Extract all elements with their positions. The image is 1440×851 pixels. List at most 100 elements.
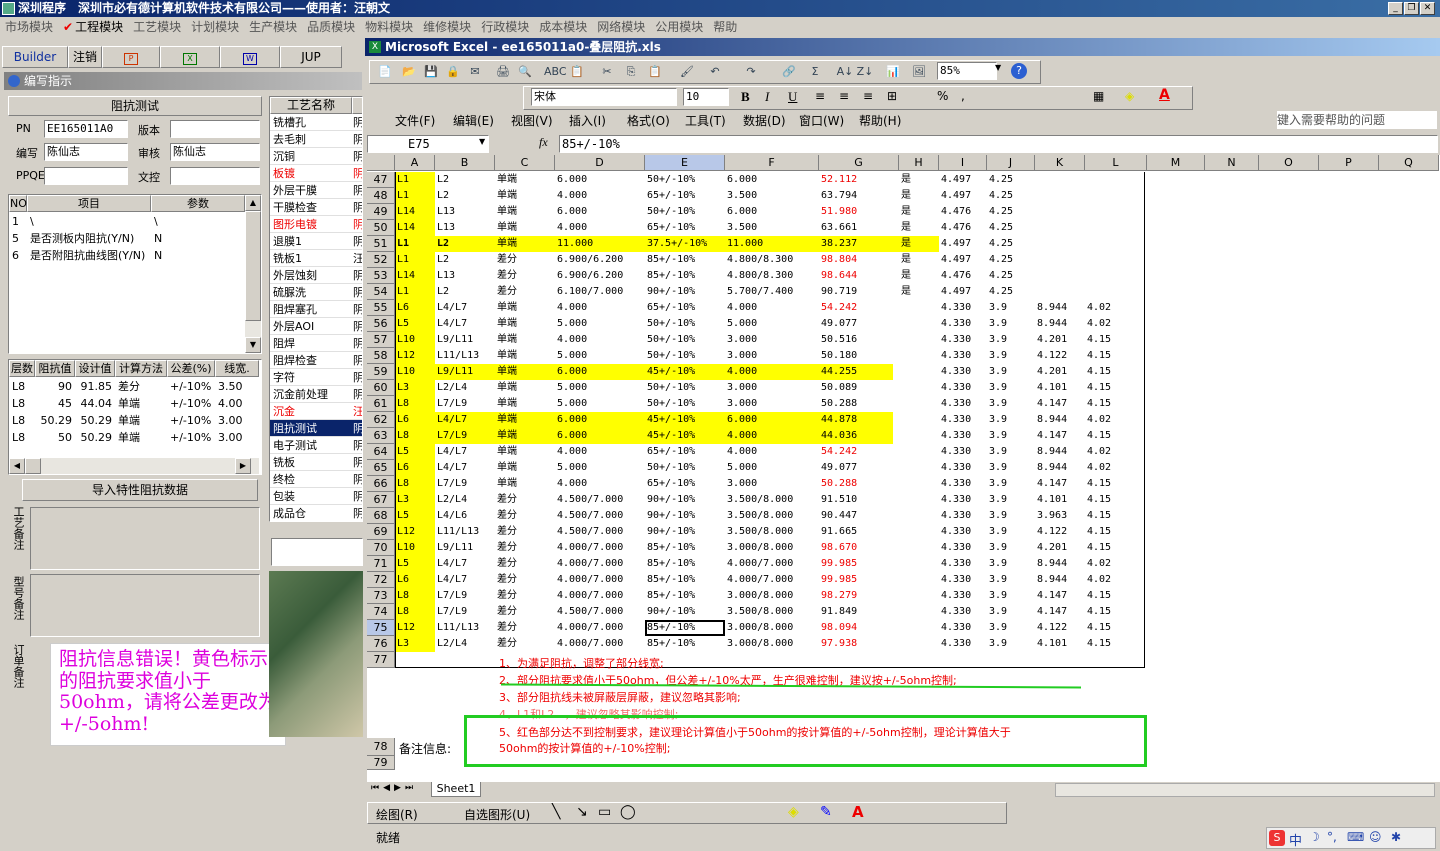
punct-icon[interactable]: °, xyxy=(1327,830,1337,844)
cell-I[interactable]: 4.497 xyxy=(941,284,985,300)
cell-E[interactable]: 50+/-10% xyxy=(647,380,723,396)
cell-F[interactable]: 6.000 xyxy=(727,172,817,188)
cell-B[interactable]: L4/L7 xyxy=(437,444,493,460)
process-input[interactable] xyxy=(271,538,363,566)
cell-D[interactable]: 6.900/6.200 xyxy=(557,268,643,284)
import-impedance-button[interactable]: 导入特性阻抗数据 xyxy=(22,479,258,501)
row-header[interactable]: 68 xyxy=(367,508,395,524)
row-header[interactable]: 58 xyxy=(367,348,395,364)
cell-I[interactable]: 4.330 xyxy=(941,572,985,588)
cell-F[interactable]: 3.000 xyxy=(727,380,817,396)
cell-C[interactable]: 差分 xyxy=(497,620,553,636)
cell-F[interactable]: 4.000/7.000 xyxy=(727,556,817,572)
row-header[interactable]: 74 xyxy=(367,604,395,620)
cell-I[interactable]: 4.330 xyxy=(941,620,985,636)
cell-J[interactable]: 4.25 xyxy=(989,204,1033,220)
process-item[interactable]: 字符 阴 xyxy=(270,369,362,386)
column-header-J[interactable]: J xyxy=(987,155,1035,171)
worksheet-grid[interactable]: ABCDEFGHIJKLMNOPQ 47 L1 L2 单端 6.000 50+/-10% 6… xyxy=(367,155,1440,783)
cell-F[interactable]: 4.000 xyxy=(727,364,817,380)
cell-K[interactable]: 8.944 xyxy=(1037,572,1083,588)
zoom-select[interactable]: 85% xyxy=(937,62,997,80)
jup-button[interactable]: JUP xyxy=(280,46,342,68)
version-field[interactable] xyxy=(170,120,260,138)
column-header-H[interactable]: H xyxy=(899,155,939,171)
cell-A[interactable]: L3 xyxy=(397,492,433,508)
cell-L[interactable]: 4.02 xyxy=(1087,316,1145,332)
row-header[interactable]: 76 xyxy=(367,636,395,652)
cell-A[interactable]: L5 xyxy=(397,508,433,524)
cell-D[interactable]: 4.000/7.000 xyxy=(557,620,643,636)
column-header-F[interactable]: F xyxy=(725,155,819,171)
cell-J[interactable]: 4.25 xyxy=(989,236,1033,252)
cell-G[interactable]: 91.849 xyxy=(821,604,897,620)
cell-H[interactable]: 是 xyxy=(901,252,937,268)
excel-menu-8[interactable]: 帮助(H) xyxy=(859,111,901,131)
name-box-dropdown-icon[interactable]: ▼ xyxy=(479,137,485,146)
cell-I[interactable]: 4.476 xyxy=(941,268,985,284)
row-header[interactable]: 77 xyxy=(367,652,395,668)
cell-C[interactable]: 差分 xyxy=(497,540,553,556)
cut-icon[interactable]: ✂ xyxy=(598,63,616,81)
cell-J[interactable]: 3.9 xyxy=(989,572,1033,588)
autoshape-button[interactable]: 自选图形(U) xyxy=(464,806,530,823)
cell-B[interactable]: L9/L11 xyxy=(437,540,493,556)
process-item[interactable]: 铣板1 汪 xyxy=(270,250,362,267)
cell-C[interactable]: 差分 xyxy=(497,268,553,284)
minimize-button[interactable]: _ xyxy=(1388,2,1403,15)
cell-A[interactable]: L1 xyxy=(397,188,433,204)
cell-D[interactable]: 4.500/7.000 xyxy=(557,524,643,540)
cell-K[interactable]: 4.147 xyxy=(1037,588,1083,604)
process-item[interactable]: 包装 阴 xyxy=(270,488,362,505)
scroll-down-icon[interactable]: ▼ xyxy=(245,337,261,353)
cell-I[interactable]: 4.330 xyxy=(941,348,985,364)
cell-A[interactable]: L5 xyxy=(397,444,433,460)
cell-A[interactable]: L3 xyxy=(397,636,433,652)
settings-icon[interactable]: ✱ xyxy=(1391,830,1401,844)
menu-3[interactable]: 计划模块 xyxy=(186,17,244,37)
cell-F[interactable]: 3.000/8.000 xyxy=(727,620,817,636)
cell-J[interactable]: 3.9 xyxy=(989,332,1033,348)
cell-G[interactable]: 98.804 xyxy=(821,252,897,268)
cell-J[interactable]: 3.9 xyxy=(989,380,1033,396)
cell-D[interactable]: 5.000 xyxy=(557,380,643,396)
row-header[interactable]: 70 xyxy=(367,540,395,556)
table-row[interactable]: L12 L11/L13 差分 4.500/7.000 90+/-10% 3.500/8.0… xyxy=(395,524,1435,540)
table-row[interactable]: L10 L9/L11 单端 6.000 45+/-10% 4.000 44.255 4.330… xyxy=(395,364,1435,380)
cell-D[interactable]: 4.000 xyxy=(557,444,643,460)
cell-G[interactable]: 51.980 xyxy=(821,204,897,220)
cell-J[interactable]: 4.25 xyxy=(989,172,1033,188)
scroll-right-icon[interactable]: ▶ xyxy=(235,458,251,474)
cell-C[interactable]: 单端 xyxy=(497,316,553,332)
cell-I[interactable]: 4.330 xyxy=(941,396,985,412)
cell-K[interactable]: 4.122 xyxy=(1037,620,1083,636)
process-item[interactable]: 沉铜 阴 xyxy=(270,148,362,165)
scroll-left-icon[interactable]: ◀ xyxy=(9,458,25,474)
cell-I[interactable]: 4.330 xyxy=(941,476,985,492)
cell-D[interactable]: 6.100/7.000 xyxy=(557,284,643,300)
table-row[interactable]: L14 L13 单端 6.000 50+/-10% 6.000 51.980 是 4.476 4.… xyxy=(395,204,1435,220)
cell-L[interactable]: 4.15 xyxy=(1087,396,1145,412)
row-header[interactable]: 59 xyxy=(367,364,395,380)
cell-K[interactable]: 4.147 xyxy=(1037,428,1083,444)
cell-L[interactable]: 4.15 xyxy=(1087,636,1145,652)
menu-7[interactable]: 维修模块 xyxy=(418,17,476,37)
logout-button[interactable]: 注销 xyxy=(68,46,102,68)
doc-control-field[interactable] xyxy=(170,167,260,185)
row-header[interactable]: 55 xyxy=(367,300,395,316)
cell-K[interactable]: 4.201 xyxy=(1037,364,1083,380)
cell-C[interactable]: 单端 xyxy=(497,380,553,396)
cell-F[interactable]: 3.500/8.000 xyxy=(727,508,817,524)
cell-G[interactable]: 54.242 xyxy=(821,300,897,316)
cell-D[interactable]: 4.000/7.000 xyxy=(557,588,643,604)
cell-D[interactable]: 6.000 xyxy=(557,428,643,444)
cell-D[interactable]: 4.000 xyxy=(557,332,643,348)
cell-F[interactable]: 3.000/8.000 xyxy=(727,636,817,652)
cell-J[interactable]: 3.9 xyxy=(989,556,1033,572)
row-header[interactable]: 57 xyxy=(367,332,395,348)
cell-I[interactable]: 4.330 xyxy=(941,524,985,540)
cell-G[interactable]: 63.661 xyxy=(821,220,897,236)
cell-G[interactable]: 50.288 xyxy=(821,476,897,492)
cell-A[interactable]: L8 xyxy=(397,428,433,444)
cell-F[interactable]: 5.700/7.400 xyxy=(727,284,817,300)
